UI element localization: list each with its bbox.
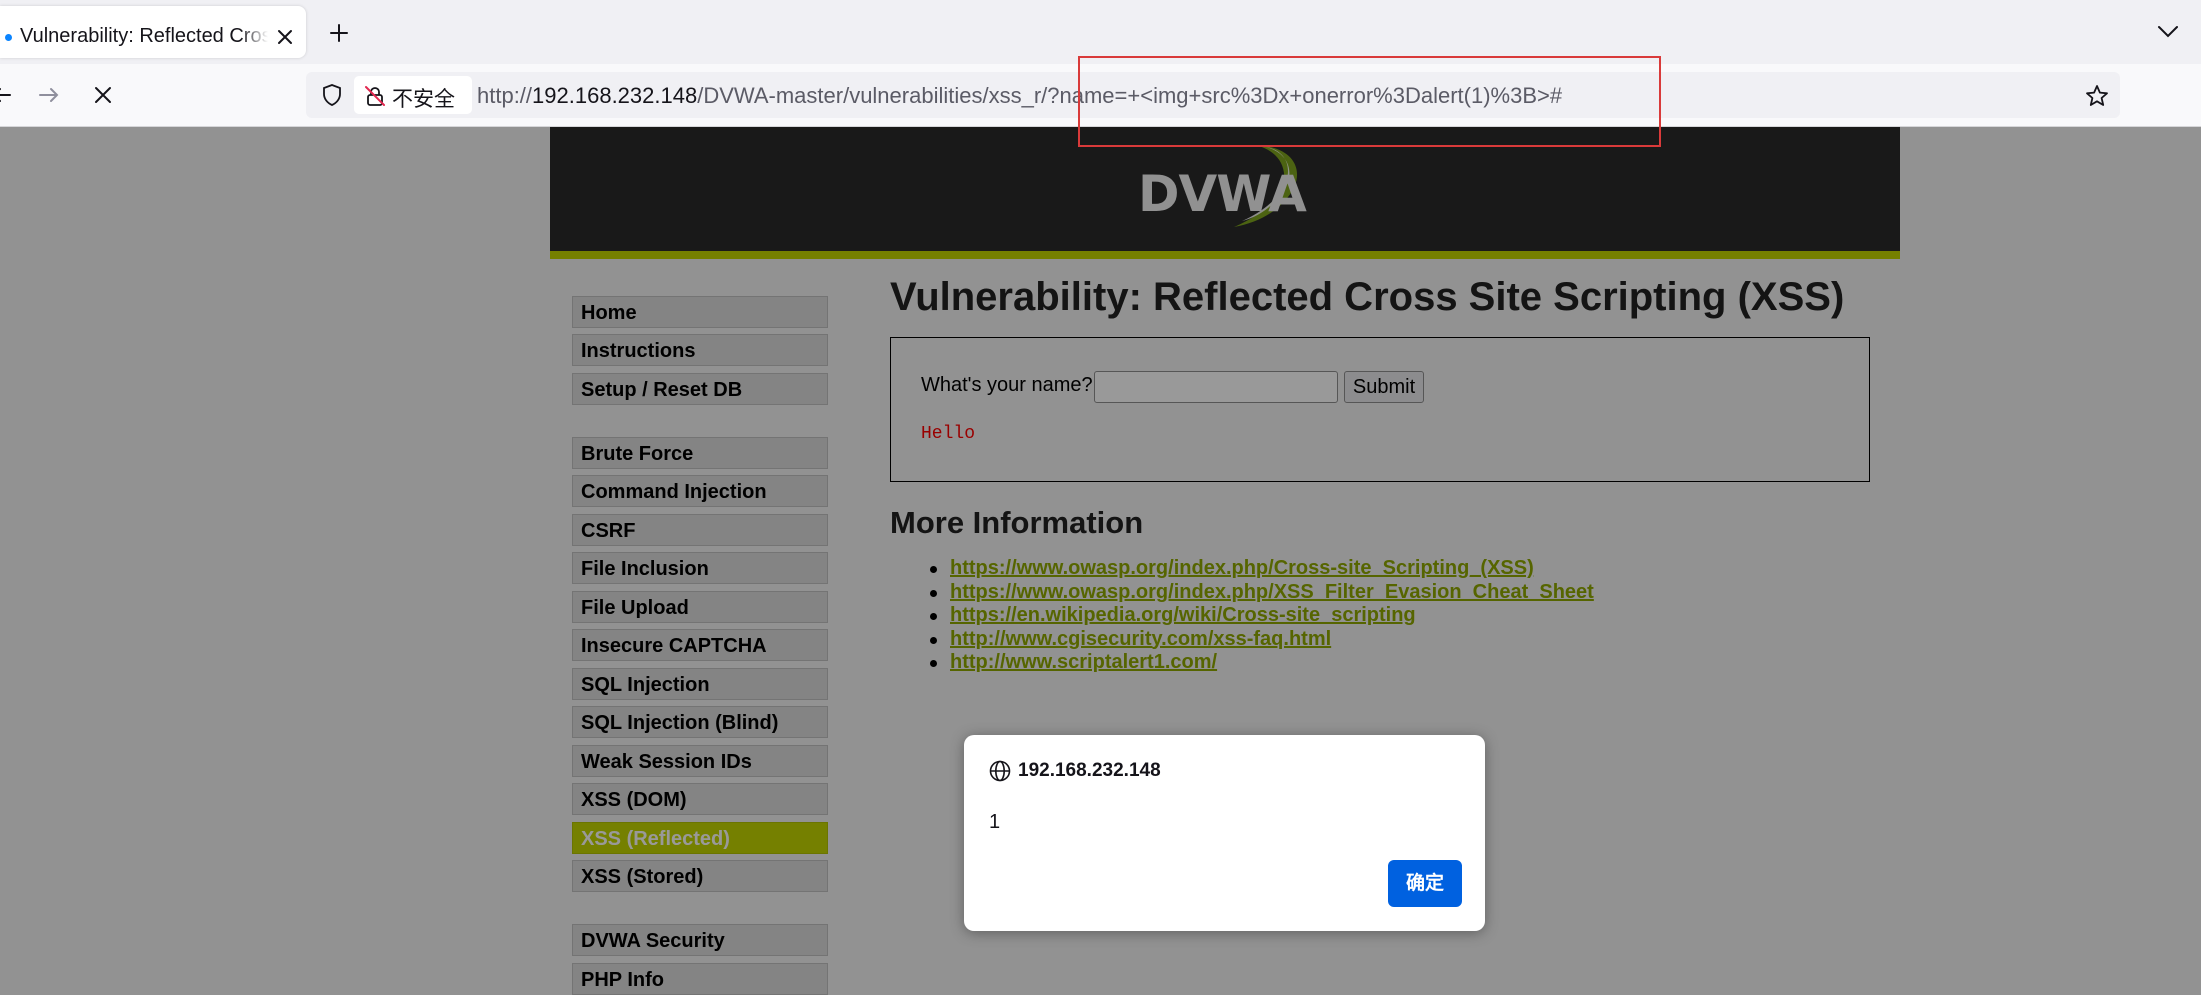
url-prefix: http://: [477, 83, 533, 108]
url-path: /DVWA-master/vulnerabilities/xss_r/?name…: [697, 83, 1563, 108]
alert-message: 1: [989, 811, 1001, 833]
url-host: 192.168.232.148: [532, 83, 698, 108]
back-arrow-icon[interactable]: [0, 83, 14, 107]
alert-origin: 192.168.232.148: [1018, 760, 1161, 781]
address-bar[interactable]: 不安全 http://192.168.232.148/DVWA-master/v…: [306, 72, 2120, 118]
site-security-button[interactable]: 不安全: [354, 76, 472, 114]
bookmark-star-icon[interactable]: [2084, 83, 2110, 109]
chevron-down-icon[interactable]: [2156, 22, 2180, 42]
stop-loading-icon[interactable]: [91, 83, 115, 107]
tab-title: Vulnerability: Reflected Cross Site Scri…: [20, 25, 268, 51]
globe-icon: [989, 760, 1011, 782]
active-tab[interactable]: Vulnerability: Reflected Cross Site Scri…: [0, 6, 306, 58]
shield-icon[interactable]: [320, 83, 344, 107]
insecure-label: 不安全: [392, 88, 455, 111]
new-tab-icon[interactable]: [326, 20, 352, 46]
tab-loading-indicator: [5, 34, 12, 41]
url-text[interactable]: http://192.168.232.148/DVWA-master/vulne…: [477, 83, 1562, 109]
alert-dialog: 192.168.232.148 1 确定: [964, 735, 1485, 931]
navigation-bar: 不安全 http://192.168.232.148/DVWA-master/v…: [0, 64, 2201, 127]
insecure-lock-icon: [365, 86, 385, 106]
forward-arrow-icon[interactable]: [36, 83, 62, 107]
tab-strip: Vulnerability: Reflected Cross Site Scri…: [0, 0, 2201, 64]
close-tab-icon[interactable]: [274, 26, 296, 48]
alert-ok-button[interactable]: 确定: [1388, 860, 1462, 907]
